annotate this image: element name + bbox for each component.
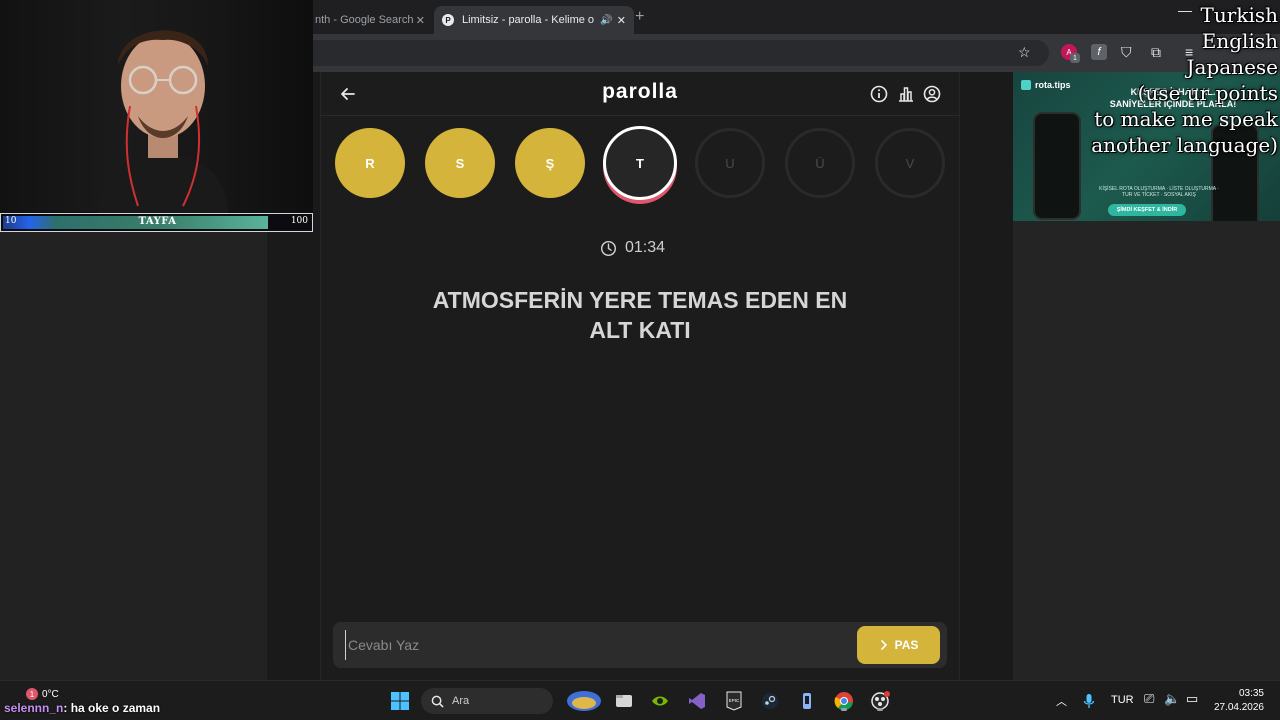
parolla-favicon-icon: P — [442, 14, 454, 26]
tab-title: nth - Google Search — [315, 14, 414, 26]
tab-google-search[interactable]: nth - Google Search ✕ — [313, 6, 431, 34]
letter-circle: R — [335, 128, 405, 198]
address-bar[interactable] — [313, 40, 1049, 66]
search-placeholder: Ara — [452, 695, 470, 707]
pass-button-label: PAS — [894, 638, 919, 652]
tab-title: Limitsiz - parolla - Kelime o — [462, 14, 595, 26]
phone-mockup — [1033, 112, 1081, 220]
chat-text: : ha oke o zaman — [63, 701, 161, 715]
ad-brand-name: rota.tips — [1035, 80, 1071, 90]
active-app-indicator — [841, 708, 847, 711]
header-divider — [320, 115, 960, 116]
streamer-video — [98, 30, 228, 216]
clock-time: 03:35 — [1238, 688, 1264, 699]
rota-logo-icon — [1021, 80, 1031, 90]
chat-username: selennn_n — [4, 701, 64, 715]
ad-brand: rota.tips — [1021, 80, 1071, 90]
chevron-right-icon — [880, 640, 887, 650]
ad-cta-button[interactable]: ŞİMDİ KEŞFET & İNDİR — [1108, 204, 1186, 216]
start-button[interactable] — [388, 689, 412, 713]
app-title: parolla — [602, 80, 678, 103]
chat-message: selennn_n: ha oke o zaman — [4, 701, 160, 715]
chevron-up-icon[interactable]: ︿ — [1056, 693, 1067, 709]
weather-temp: 0°C — [42, 688, 59, 700]
pass-button[interactable]: PAS — [857, 626, 940, 664]
app-icon[interactable] — [795, 689, 819, 713]
battery-icon[interactable]: ▭ — [1186, 691, 1198, 707]
star-icon[interactable]: ☆ — [1018, 44, 1031, 61]
language-line: Japanese — [1186, 55, 1278, 79]
file-explorer-icon[interactable] — [612, 689, 636, 713]
answer-bar: PAS — [333, 622, 947, 668]
timer: 01:34 — [600, 238, 690, 258]
progress-max: 100 — [290, 216, 308, 226]
system-clock[interactable]: 03:35 27.04.2026 — [1214, 687, 1264, 715]
speaker-icon[interactable]: 🔊 — [600, 15, 612, 26]
search-icon — [431, 695, 444, 708]
chrome-icon[interactable] — [832, 689, 856, 713]
progress-bar: 10 TAYFA 100 — [0, 213, 313, 232]
letter-circle: V — [875, 128, 945, 198]
timer-value: 01:34 — [625, 239, 666, 256]
back-arrow-icon[interactable] — [338, 84, 358, 104]
close-icon[interactable]: ✕ — [617, 14, 626, 27]
answer-input[interactable] — [345, 630, 845, 660]
microphone-icon[interactable] — [1083, 693, 1095, 709]
language-overlay: Turkish English Japanese (use ur points … — [1078, 2, 1278, 158]
language-line: (use ur points — [1137, 81, 1278, 105]
language-line: another language) — [1091, 133, 1278, 157]
ad-subtext: KİŞİSEL ROTA OLUŞTURMA · LİSTE OLUŞTURMA… — [1099, 186, 1219, 198]
obs-icon[interactable] — [868, 689, 892, 713]
question-line: ALT KATI — [589, 317, 691, 343]
language-line: to make me speak — [1094, 107, 1278, 131]
clock-icon — [600, 240, 617, 256]
steam-icon[interactable] — [758, 689, 782, 713]
tab-parolla[interactable]: P Limitsiz - parolla - Kelime o 🔊 ✕ — [434, 6, 634, 34]
info-icon[interactable] — [869, 84, 889, 104]
clock-date: 27.04.2026 — [1213, 702, 1264, 713]
page-margin-right — [1013, 221, 1280, 680]
new-tab-button[interactable]: + — [635, 8, 644, 26]
page-margin-left — [0, 232, 267, 680]
language-line: English — [1201, 29, 1278, 53]
network-icon[interactable]: ⎚ — [1144, 691, 1154, 707]
nvidia-icon[interactable] — [648, 689, 672, 713]
weather-widget[interactable]: 1 0°C — [26, 688, 59, 700]
weather-badge-icon: 1 — [26, 688, 38, 700]
letter-circle: S — [425, 128, 495, 198]
current-letter-circle: T — [603, 126, 677, 200]
progress-label: TAYFA — [138, 216, 177, 227]
profile-icon[interactable] — [922, 84, 942, 104]
volume-icon[interactable]: 🔈 — [1164, 691, 1180, 707]
question-line: ATMOSFERİN YERE TEMAS EDEN EN — [432, 287, 848, 313]
taskbar: 1 0°C selennn_n: ha oke o zaman Ara EPIC — [0, 680, 1280, 720]
windows-icon — [391, 692, 409, 710]
letter-circle: Ü — [785, 128, 855, 198]
input-language[interactable]: TUR — [1111, 694, 1134, 706]
letter-circle: Ş — [515, 128, 585, 198]
visual-studio-icon[interactable] — [685, 689, 709, 713]
question-text: ATMOSFERİN YERE TEMAS EDEN EN ALT KATI — [390, 285, 890, 345]
search-highlight-icon[interactable] — [566, 689, 602, 713]
language-line: Turkish — [1200, 3, 1278, 27]
taskbar-search[interactable]: Ara — [421, 688, 553, 714]
webcam-overlay: 10 TAYFA 100 — [0, 0, 313, 232]
close-icon[interactable]: ✕ — [416, 14, 425, 27]
letter-circle: U — [695, 128, 765, 198]
svg-text:EPIC: EPIC — [729, 698, 740, 703]
epic-games-icon[interactable]: EPIC — [722, 689, 746, 713]
active-app-indicator — [877, 708, 883, 711]
stats-icon[interactable] — [896, 84, 916, 104]
